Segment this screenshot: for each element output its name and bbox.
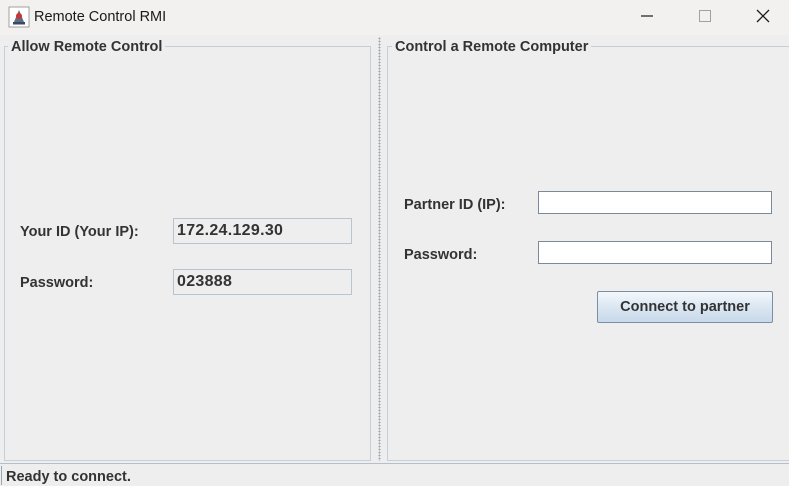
partner-id-input[interactable]	[538, 191, 772, 214]
maximize-button[interactable]	[676, 0, 734, 35]
java-cup-icon	[8, 6, 30, 28]
status-bar: Ready to connect.	[0, 463, 789, 485]
partner-password-label: Password:	[404, 247, 478, 263]
your-id-field[interactable]: 172.24.129.30	[173, 218, 352, 244]
minimize-button[interactable]	[618, 0, 676, 35]
allow-panel-title: Allow Remote Control	[8, 38, 166, 56]
control-panel-title: Control a Remote Computer	[392, 38, 592, 56]
control-remote-computer-panel: Control a Remote Computer Partner ID (IP…	[384, 35, 789, 463]
close-icon	[756, 8, 770, 27]
divider-grip	[378, 37, 381, 461]
title-bar[interactable]: Remote Control RMI	[0, 0, 789, 35]
maximize-icon	[698, 8, 712, 27]
partner-password-input[interactable]	[538, 241, 772, 264]
connect-to-partner-button[interactable]: Connect to partner	[597, 291, 773, 323]
window-title: Remote Control RMI	[34, 9, 167, 25]
close-button[interactable]	[734, 0, 789, 35]
password-label: Password:	[20, 275, 94, 291]
status-text: Ready to connect.	[6, 469, 131, 485]
main-content: Allow Remote Control Your ID (Your IP): …	[0, 35, 789, 463]
partner-id-label: Partner ID (IP):	[404, 197, 506, 213]
your-id-label: Your ID (Your IP):	[20, 224, 139, 240]
allow-remote-control-panel: Allow Remote Control Your ID (Your IP): …	[0, 35, 375, 463]
password-field[interactable]: 023888	[173, 269, 352, 295]
group-border	[4, 46, 371, 461]
minimize-icon	[640, 8, 654, 27]
split-divider[interactable]	[375, 35, 384, 463]
